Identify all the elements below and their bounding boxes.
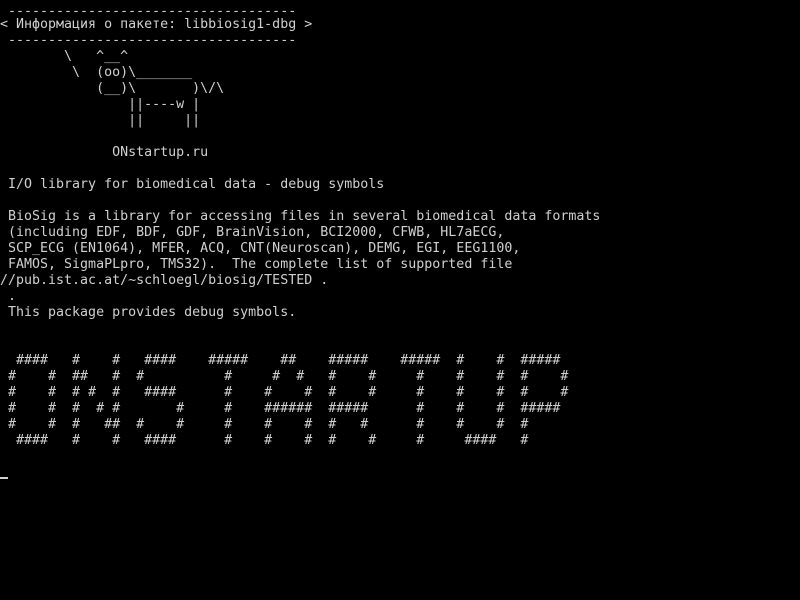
bubble-title: < Информация о пакете: libbiosig1-dbg > bbox=[0, 17, 313, 32]
description-line: FAMOS, SigmaPLpro, TMS32). The complete … bbox=[0, 257, 513, 272]
description-line: //pub.ist.ac.at/~schloegl/biosig/TESTED … bbox=[0, 273, 329, 288]
banner-art-line: # # ## # # # # # # # # # # # # bbox=[0, 369, 569, 384]
banner-art-line: #### # # #### # # # # # # #### # bbox=[0, 433, 529, 448]
package-summary: I/O library for biomedical data - debug … bbox=[0, 177, 385, 192]
cow-art-line: ||----w | bbox=[0, 97, 201, 112]
cow-art-line: || || bbox=[0, 113, 201, 128]
banner-art-line: # # # ## # # # # # # # # # # # bbox=[0, 417, 529, 432]
banner-art-line: # # # # # # # ###### ##### # # # ##### bbox=[0, 401, 561, 416]
banner-art-line: #### # # #### ##### ## ##### ##### # # #… bbox=[0, 353, 561, 368]
site-name: ONstartup.ru bbox=[0, 145, 209, 160]
description-line: SCP_ECG (EN1064), MFER, ACQ, CNT(Neurosc… bbox=[0, 241, 521, 256]
cow-art-line: (__)\ )\/\ bbox=[0, 81, 225, 96]
description-line: This package provides debug symbols. bbox=[0, 305, 297, 320]
description-line: . bbox=[0, 289, 17, 304]
terminal-cursor bbox=[0, 477, 8, 479]
bubble-bottom-border: ------------------------------------ bbox=[0, 33, 297, 48]
terminal-screen[interactable]: ------------------------------------ < И… bbox=[0, 0, 800, 600]
cow-art-line: \ ^__^ bbox=[0, 49, 129, 64]
cow-art-line: \ (oo)\_______ bbox=[0, 65, 193, 80]
description-line: (including EDF, BDF, GDF, BrainVision, B… bbox=[0, 225, 505, 240]
description-line: BioSig is a library for accessing files … bbox=[0, 209, 601, 224]
banner-art-line: # # # # # #### # # # # # # # # # # bbox=[0, 385, 569, 400]
